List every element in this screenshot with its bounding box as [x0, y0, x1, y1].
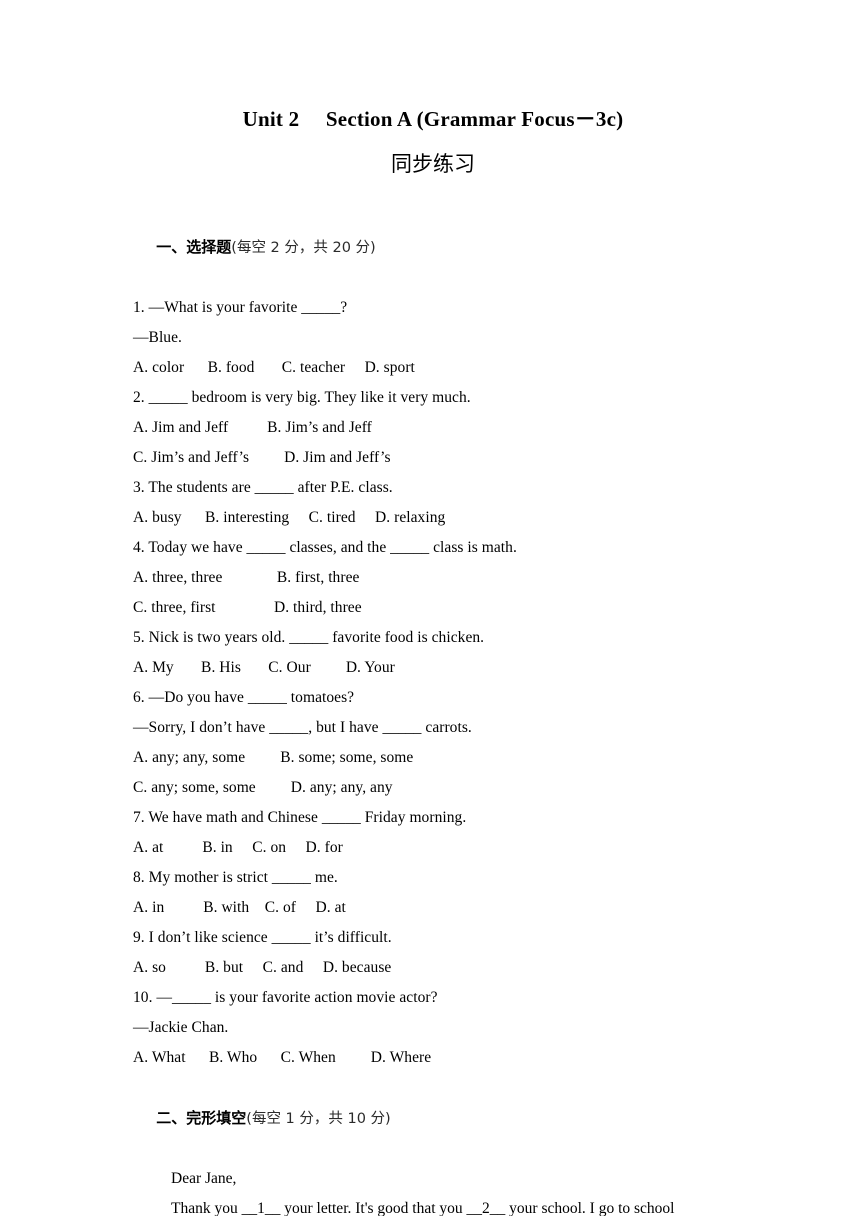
question-line: 5. Nick is two years old. _____ favorite…: [133, 629, 485, 646]
question-line: A. My B. His C. Our D. Your: [133, 659, 395, 676]
cloze-passage: Dear Jane, Thank you __1__ your letter. I…: [133, 1164, 733, 1216]
question-line: C. any; some, some D. any; any, any: [133, 779, 393, 796]
passage-line: Dear Jane,: [171, 1170, 237, 1187]
section-heading-one: 一、选择题(每空 2 分，共 20 分): [133, 177, 733, 293]
question-line: A. so B. but C. and D. because: [133, 959, 392, 976]
passage-line: Thank you __1__ your letter. It's good t…: [171, 1200, 675, 1216]
question-line: 10. —_____ is your favorite action movie…: [133, 989, 438, 1006]
question-line: 3. The students are _____ after P.E. cla…: [133, 479, 393, 496]
question-line: A. color B. food C. teacher D. sport: [133, 359, 415, 376]
section-two-number: 二、: [156, 1109, 187, 1127]
page-subtitle: 同步练习: [391, 152, 475, 176]
question-line: A. any; any, some B. some; some, some: [133, 749, 414, 766]
question-line: A. in B. with C. of D. at: [133, 899, 346, 916]
section-heading-two: 二、完形填空(每空 1 分，共 10 分): [133, 1073, 733, 1164]
section-one-question-list: 1. —What is your favorite _____? —Blue. A.…: [133, 293, 733, 1073]
question-line: 9. I don’t like science _____ it’s diffi…: [133, 929, 392, 946]
document-content: Unit 2 Section A (Grammar Focus－3c) 同步练习…: [133, 0, 733, 1216]
question-line: C. three, first D. third, three: [133, 599, 362, 616]
document-page: Unit 2 Section A (Grammar Focus－3c) 同步练习…: [0, 0, 860, 1216]
section-one-name: 选择题: [186, 238, 232, 256]
question-line: 7. We have math and Chinese _____ Friday…: [133, 809, 467, 826]
question-line: 1. —What is your favorite _____?: [133, 299, 348, 316]
question-line: A. Jim and Jeff B. Jim’s and Jeff: [133, 419, 372, 436]
section-one-number: 一、: [156, 238, 187, 256]
section-two-name: 完形填空: [186, 1109, 247, 1127]
question-line: A. What B. Who C. When D. Where: [133, 1049, 432, 1066]
question-line: 4. Today we have _____ classes, and the …: [133, 539, 517, 556]
question-line: 8. My mother is strict _____ me.: [133, 869, 338, 886]
page-title: Unit 2 Section A (Grammar Focus－3c): [242, 107, 624, 131]
question-line: A. busy B. interesting C. tired D. relax…: [133, 509, 446, 526]
question-line: A. at B. in C. on D. for: [133, 839, 343, 856]
question-line: A. three, three B. first, three: [133, 569, 360, 586]
section-one-points: (每空 2 分，共 20 分): [231, 240, 376, 256]
question-line: 6. —Do you have _____ tomatoes?: [133, 689, 355, 706]
question-line: —Sorry, I don’t have _____, but I have _…: [133, 719, 472, 736]
question-line: 2. _____ bedroom is very big. They like …: [133, 389, 471, 406]
section-two-points: (每空 1 分，共 10 分): [246, 1111, 391, 1127]
question-line: —Jackie Chan.: [133, 1019, 229, 1036]
question-line: C. Jim’s and Jeff’s D. Jim and Jeff’s: [133, 449, 391, 466]
question-line: —Blue.: [133, 329, 182, 346]
